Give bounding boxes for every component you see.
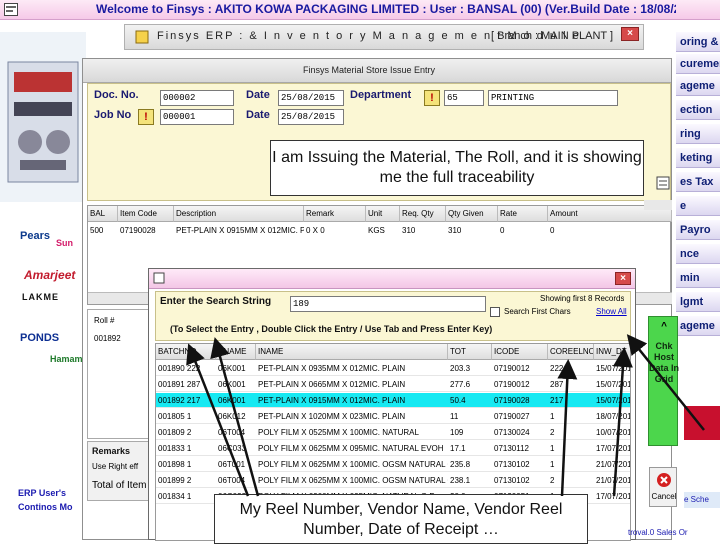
arrow-to-green-panel [626, 334, 705, 431]
arrow-to-inw-dt [612, 347, 633, 497]
arrow-to-coreelno [557, 359, 578, 497]
arrow-to-aname [210, 337, 260, 497]
arrow-overlay [186, 334, 705, 497]
arrow-to-batchno [186, 343, 250, 497]
